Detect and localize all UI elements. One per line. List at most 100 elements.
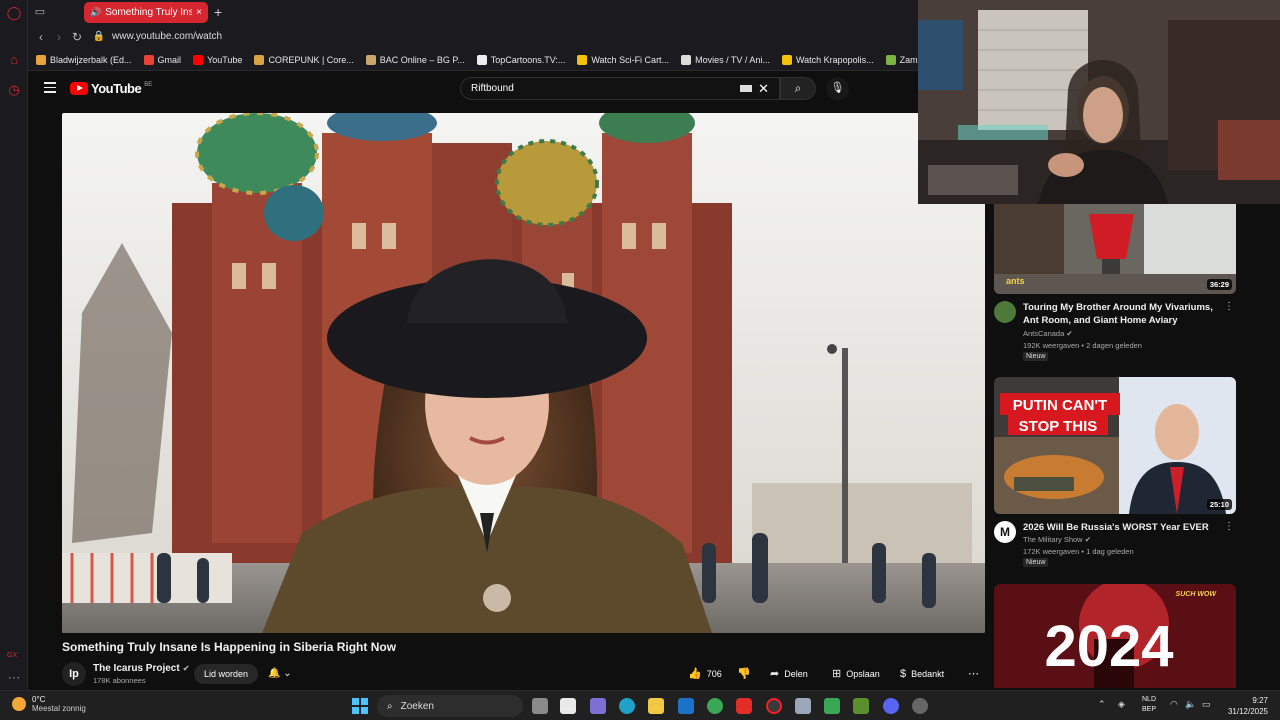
channel-name-wrap[interactable]: The Icarus Project ✔: [93, 663, 189, 674]
more-options-icon[interactable]: ⋮: [1224, 521, 1234, 532]
youtube-logo[interactable]: YouTube BE: [70, 81, 152, 96]
history-icon[interactable]: ◷: [6, 82, 22, 98]
clock[interactable]: 9:27 31/12/2025: [1226, 695, 1268, 717]
bookmark-icon: [577, 55, 588, 65]
bookmark-item[interactable]: YouTube: [193, 55, 242, 65]
bookmark-item[interactable]: Watch Sci-Fi Cart...: [577, 55, 669, 65]
bookmark-item[interactable]: Movies / TV / Ani...: [681, 55, 770, 65]
recommendation-thumbnail[interactable]: 2024 SUCH WOW: [994, 584, 1236, 688]
bookmark-item[interactable]: Zamnesia: [885, 55, 918, 65]
chevron-down-icon: ⌄: [283, 668, 292, 679]
opera-logo-icon[interactable]: ◯: [6, 5, 22, 21]
close-tab-icon[interactable]: ×: [196, 7, 202, 18]
recommendation-channel[interactable]: The Military Show ✔: [1023, 535, 1091, 544]
language-indicator[interactable]: NLD BEP: [1142, 695, 1156, 715]
tray-app-icon[interactable]: ◈: [1118, 699, 1125, 710]
more-options-icon[interactable]: ⋮: [1224, 301, 1234, 312]
bookmark-label: Gmail: [157, 55, 182, 65]
video-player[interactable]: [62, 113, 985, 633]
bookmarks-bar: Bladwijzerbalk (Ed... Gmail YouTube COREPUN…: [28, 50, 918, 71]
dislike-button[interactable]: 👎: [737, 664, 751, 684]
verified-icon: ✔: [182, 664, 190, 673]
teams-icon[interactable]: [590, 698, 606, 714]
recommendation-thumbnail[interactable]: ants 36:29: [994, 204, 1236, 294]
channel-avatar[interactable]: [994, 301, 1016, 323]
start-button[interactable]: [352, 698, 368, 714]
duration-badge: 36:29: [1206, 279, 1232, 290]
recommendation-item[interactable]: PUTIN CAN'T STOP THIS 25:10 M 2026 Will …: [994, 377, 1236, 572]
tab-title: Something Truly Insane: [105, 7, 193, 18]
webcam-overlay: [918, 0, 1280, 204]
join-button[interactable]: Lid worden: [194, 664, 259, 684]
thanks-button[interactable]: $ Bedankt: [900, 664, 944, 684]
task-view-icon[interactable]: [532, 698, 548, 714]
share-button[interactable]: ➦ Delen: [770, 664, 808, 684]
thumbnail-text-1: PUTIN CAN'T: [1013, 397, 1107, 414]
forward-icon[interactable]: ›: [52, 30, 66, 44]
bookmark-label: COREPUNK | Core...: [268, 55, 354, 65]
recommendation-item[interactable]: ants 36:29 Touring My Brother Around My …: [994, 204, 1236, 369]
app-icon[interactable]: [824, 698, 840, 714]
wifi-icon[interactable]: ◠: [1170, 699, 1178, 710]
shop-icon[interactable]: ⌂: [6, 52, 22, 68]
clear-search-icon[interactable]: ✕: [758, 81, 769, 97]
share-icon: ➦: [770, 668, 780, 680]
search-button[interactable]: ⌕: [780, 77, 816, 100]
save-button[interactable]: ⊞ Opslaan: [832, 664, 880, 684]
taskbar-search[interactable]: ⌕ Zoeken: [377, 695, 523, 717]
workspace-icon[interactable]: ▭: [32, 5, 48, 19]
tray-chevron-icon[interactable]: ⌃: [1098, 699, 1106, 710]
keyboard-icon[interactable]: [740, 85, 753, 92]
verified-icon: ✔: [1084, 535, 1091, 544]
more-icon[interactable]: ⋯: [6, 670, 22, 686]
channel-avatar[interactable]: Ip: [62, 662, 86, 686]
menu-icon[interactable]: [44, 82, 56, 94]
more-actions-icon[interactable]: ⋯: [968, 664, 979, 684]
tab-active[interactable]: 🔊 Something Truly Insane ×: [84, 2, 208, 23]
chrome-icon[interactable]: [707, 698, 723, 714]
time: 9:27: [1252, 696, 1268, 705]
app-icon[interactable]: [912, 698, 928, 714]
calculator-icon[interactable]: [795, 698, 811, 714]
weather-widget[interactable]: 0°C Meestal zonnig: [12, 695, 86, 713]
youtube-app-icon[interactable]: [736, 698, 752, 714]
recommendation-title[interactable]: 2026 Will Be Russia's WORST Year EVER: [1023, 521, 1223, 534]
notification-bell-button[interactable]: 🔔 ⌄: [262, 664, 302, 684]
bookmark-item[interactable]: Watch Krapopolis...: [781, 55, 874, 65]
bookmark-icon: [365, 55, 376, 65]
outlook-icon[interactable]: [678, 698, 694, 714]
like-button[interactable]: 👍 706: [688, 664, 722, 684]
url-field[interactable]: www.youtube.com/watch: [112, 31, 222, 42]
battery-icon[interactable]: ▭: [1202, 699, 1211, 710]
recommendation-channel[interactable]: AntsCanada ✔: [1023, 329, 1073, 338]
recommendation-title[interactable]: Touring My Brother Around My Vivariums, …: [1023, 301, 1223, 327]
search-icon: ⌕: [387, 700, 393, 712]
bookmark-item[interactable]: BAC Online – BG P...: [365, 55, 465, 65]
back-icon[interactable]: ‹: [34, 30, 48, 44]
tab-bar: ▭ 🔊 Something Truly Insane × +: [28, 0, 918, 25]
app-icon[interactable]: [853, 698, 869, 714]
recommendation-thumbnail[interactable]: PUTIN CAN'T STOP THIS 25:10: [994, 377, 1236, 514]
store-icon[interactable]: [560, 698, 576, 714]
file-explorer-icon[interactable]: [648, 698, 664, 714]
edge-icon[interactable]: [619, 698, 635, 714]
thumbs-up-icon: 👍: [688, 668, 702, 680]
search-query: Riftbound: [471, 83, 514, 94]
bookmark-item[interactable]: Gmail: [143, 55, 182, 65]
bookmark-item[interactable]: TopCartoons.TV:...: [476, 55, 565, 65]
reload-icon[interactable]: ↻: [70, 30, 84, 44]
bookmark-item[interactable]: Bladwijzerbalk (Ed...: [36, 55, 132, 65]
opera-gx-icon[interactable]: [766, 698, 782, 714]
recommendation-item[interactable]: 2024 SUCH WOW: [994, 584, 1236, 688]
search-input[interactable]: Riftbound ✕: [460, 77, 780, 100]
discord-icon[interactable]: [883, 698, 899, 714]
speaker-icon[interactable]: 🔊: [90, 7, 101, 18]
channel-avatar[interactable]: M: [994, 521, 1016, 543]
voice-search-icon[interactable]: 🎙: [826, 77, 849, 100]
bookmark-item[interactable]: COREPUNK | Core...: [254, 55, 354, 65]
weather-sun-icon: [12, 697, 26, 711]
new-tab-button[interactable]: +: [214, 4, 222, 20]
recommendation-meta: 172K weergaven • 1 dag geleden: [1023, 547, 1134, 556]
volume-icon[interactable]: 🔈: [1185, 699, 1196, 710]
channel-name[interactable]: The Icarus Project: [93, 663, 180, 674]
